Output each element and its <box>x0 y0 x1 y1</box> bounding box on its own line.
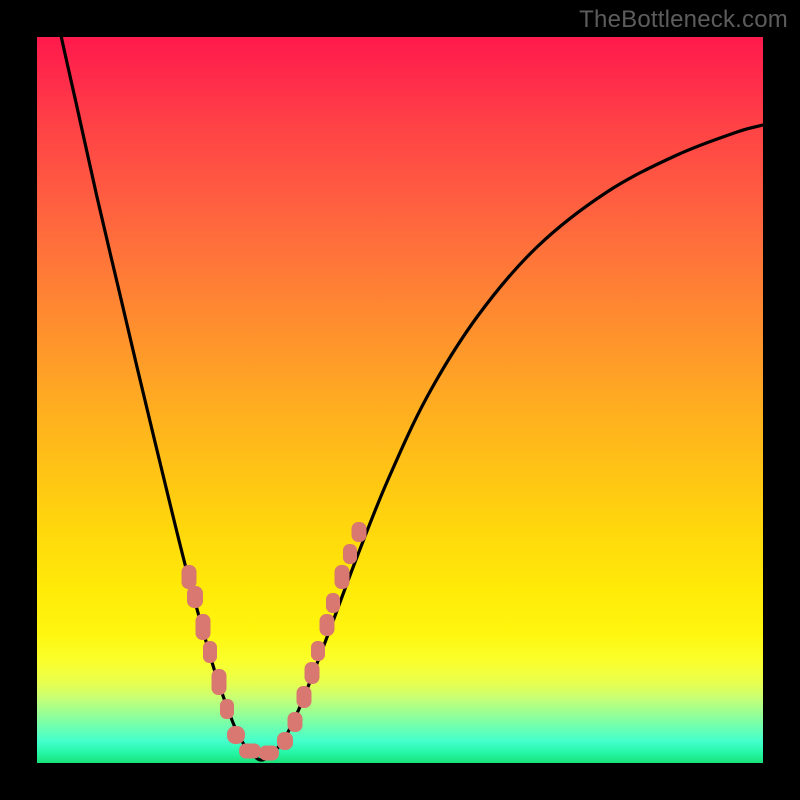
plot-area <box>37 37 763 763</box>
data-marker <box>220 699 234 719</box>
data-marker <box>227 726 245 744</box>
data-marker <box>320 614 335 636</box>
data-marker <box>203 641 217 663</box>
data-marker <box>305 662 320 684</box>
data-marker <box>277 732 293 750</box>
data-marker <box>343 544 357 564</box>
data-marker <box>297 686 312 708</box>
data-marker <box>187 586 203 608</box>
data-marker <box>182 565 197 589</box>
data-marker <box>335 565 350 589</box>
watermark-text: TheBottleneck.com <box>579 6 788 34</box>
data-marker <box>352 522 367 542</box>
bottleneck-curve <box>37 37 763 760</box>
data-marker <box>196 614 211 640</box>
data-marker <box>288 712 303 732</box>
data-marker <box>326 593 340 613</box>
marker-group <box>182 522 367 761</box>
data-marker <box>212 669 227 695</box>
data-marker <box>259 746 279 761</box>
outer-frame: TheBottleneck.com <box>0 0 800 800</box>
chart-svg <box>37 37 763 763</box>
data-marker <box>311 641 325 661</box>
data-marker <box>239 744 261 759</box>
